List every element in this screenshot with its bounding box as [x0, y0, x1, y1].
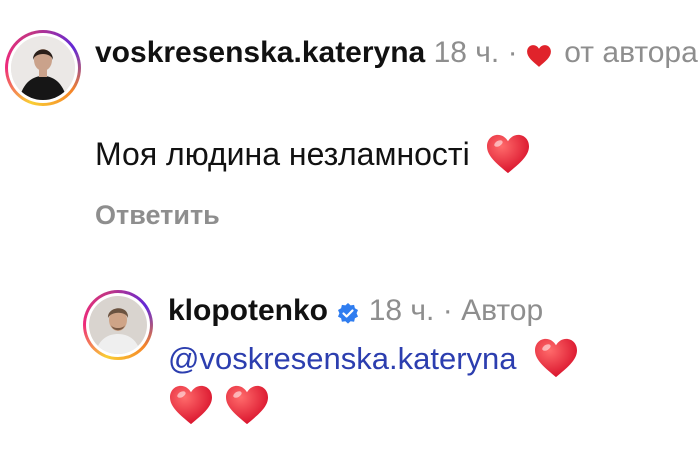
heart-emoji-icon [224, 384, 270, 426]
reply-username[interactable]: klopotenko [168, 294, 328, 327]
reply-avatar-photo [89, 296, 147, 354]
meta-separator: · [442, 294, 453, 327]
mention-link[interactable]: @voskresenska.kateryna [168, 341, 517, 376]
comment-time: 18 ч. [433, 36, 500, 69]
avatar[interactable] [5, 30, 81, 106]
author-label: Автор [461, 294, 544, 327]
verified-badge-icon [336, 298, 360, 324]
heart-emoji-icon [485, 133, 531, 175]
reply-time: 18 ч. [368, 294, 435, 327]
comment-item: voskresenska.kateryna 18 ч. · от автора … [0, 0, 700, 250]
meta-separator: · [507, 36, 518, 69]
liked-by-author-label: от автора [564, 36, 698, 69]
comment-text: Моя людина незламності [95, 136, 470, 172]
reply-text-row: @voskresenska.kateryna [168, 338, 579, 380]
comment-username[interactable]: voskresenska.kateryna [95, 36, 425, 69]
reply-button[interactable]: Ответить [95, 198, 220, 232]
liked-heart-icon [526, 40, 552, 67]
heart-emoji-icon [533, 337, 579, 379]
heart-emoji-icon [168, 384, 214, 426]
reply-hearts-row [168, 384, 270, 426]
avatar-photo [11, 36, 75, 100]
comment-text-row: Моя людина незламності [95, 134, 531, 175]
reply-item: klopotenko 18 ч. · Автор @voskresenska.k… [0, 270, 700, 452]
reply-avatar[interactable] [83, 290, 153, 360]
